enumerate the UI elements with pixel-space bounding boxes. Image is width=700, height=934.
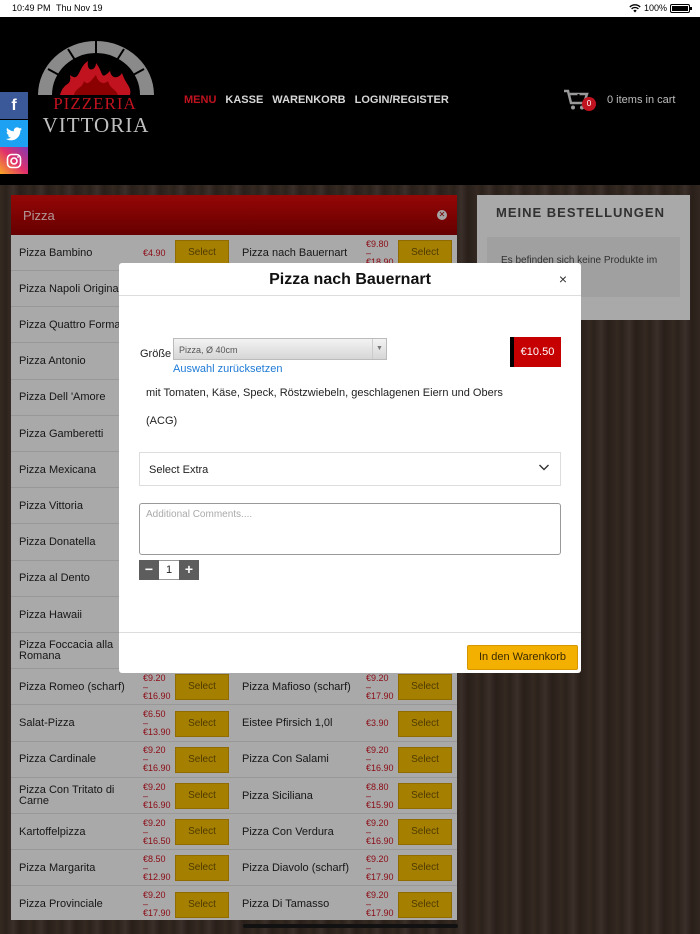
header-cart[interactable]: 0 0 items in cart <box>563 89 675 111</box>
status-bar: 10:49 PM Thu Nov 19 100% <box>0 0 700 17</box>
battery-percent: 100% <box>643 3 667 13</box>
wifi-icon <box>629 3 641 12</box>
select-extra-dropdown[interactable]: Select Extra <box>139 452 561 486</box>
decrease-quantity-button[interactable]: − <box>139 560 159 580</box>
select-extra-label: Select Extra <box>149 464 209 476</box>
modal-title: Pizza nach Bauernart <box>119 263 581 296</box>
site-header: PIZZERIA VITTORIA MENU KASSE WARENKORB L… <box>0 17 700 185</box>
quantity-input[interactable]: 1 <box>159 560 179 580</box>
twitter-bird-glyph <box>6 126 22 140</box>
logo-line-2: VITTORIA <box>42 113 150 137</box>
instagram-camera-glyph <box>6 153 22 168</box>
size-label: Größe <box>140 348 172 360</box>
quantity-stepper: − 1 + <box>139 560 199 580</box>
nav-login-register[interactable]: LOGIN/REGISTER <box>355 94 449 106</box>
battery-icon <box>670 3 692 13</box>
size-select-value: Pizza, Ø 40cm <box>179 345 238 355</box>
size-select[interactable]: Pizza, Ø 40cm ▼ <box>173 338 387 360</box>
status-date: Thu Nov 19 <box>56 3 103 13</box>
comments-placeholder: Additional Comments.... <box>146 509 253 520</box>
status-right: 100% <box>629 3 692 13</box>
chevron-down-icon: ▼ <box>372 339 386 359</box>
product-modal: Pizza nach Bauernart × Größe Pizza, Ø 40… <box>119 263 581 673</box>
twitter-icon[interactable] <box>0 120 28 147</box>
status-time: 10:49 PM <box>12 3 51 13</box>
price-badge: €10.50 <box>510 337 561 367</box>
main-nav: MENU KASSE WARENKORB LOGIN/REGISTER <box>184 94 449 106</box>
increase-quantity-button[interactable]: + <box>179 560 199 580</box>
home-indicator[interactable] <box>243 924 458 928</box>
reset-selection-link[interactable]: Auswahl zurücksetzen <box>173 363 282 375</box>
nav-kasse[interactable]: KASSE <box>225 94 263 106</box>
comments-textarea[interactable]: Additional Comments.... <box>139 503 561 555</box>
nav-menu[interactable]: MENU <box>184 94 216 106</box>
allergen-code: (ACG) <box>146 415 178 427</box>
logo-line-1: PIZZERIA <box>53 94 137 113</box>
cart-items-label[interactable]: 0 items in cart <box>607 94 675 106</box>
nav-warenkorb[interactable]: WARENKORB <box>272 94 345 106</box>
instagram-icon[interactable] <box>0 147 28 174</box>
cart-count-badge: 0 <box>582 97 596 111</box>
modal-footer: In den Warenkorb <box>119 632 581 673</box>
facebook-icon[interactable]: f <box>0 92 28 119</box>
add-to-cart-button[interactable]: In den Warenkorb <box>467 645 578 670</box>
chevron-down-icon <box>539 464 549 471</box>
modal-close-icon[interactable]: × <box>559 271 567 287</box>
product-description: mit Tomaten, Käse, Speck, Röstzwiebeln, … <box>146 387 503 399</box>
